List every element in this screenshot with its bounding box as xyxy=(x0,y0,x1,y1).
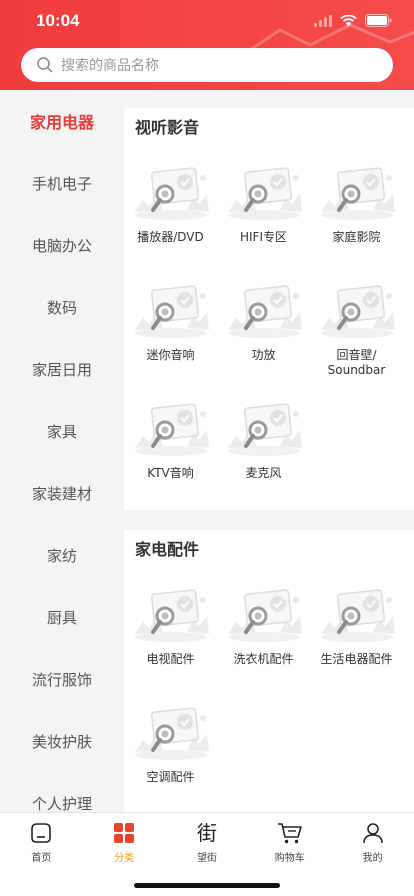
category-section: 家电配件 电视配件 洗衣机配件 生活电器配件 空调配件 xyxy=(124,530,414,812)
status-time: 10:04 xyxy=(36,11,80,30)
cart-icon xyxy=(277,821,303,845)
section-title: 视听影音 xyxy=(135,118,200,137)
tab-item[interactable]: 购物车 xyxy=(248,813,331,864)
sidebar-category-item[interactable]: 厨具 xyxy=(0,586,124,648)
tab-label: 分类 xyxy=(114,853,135,864)
tab-label: 购物车 xyxy=(274,853,305,864)
tab-item[interactable]: 首页 xyxy=(0,813,83,864)
tab-label: 望街 xyxy=(196,853,217,864)
search-bar[interactable]: 搜索的商品名称 xyxy=(21,48,393,82)
sidebar-category-item[interactable]: 个人护理 xyxy=(0,772,124,813)
placeholder-image-icon xyxy=(319,160,395,222)
placeholder-image-icon xyxy=(133,582,209,644)
subcategory-item[interactable]: 空调配件 xyxy=(124,688,217,806)
tab-item[interactable]: 分类 xyxy=(83,813,166,864)
subcategory-label: 家庭影院 xyxy=(332,230,381,244)
subcategory-label: 播放器/DVD xyxy=(137,230,204,244)
subcategory-item[interactable]: KTV音响 xyxy=(124,384,217,502)
subcategory-label: HIFI专区 xyxy=(239,230,287,244)
battery-icon xyxy=(365,14,392,27)
subcategory-label: 洗衣机配件 xyxy=(233,652,294,666)
home-indicator xyxy=(134,883,280,888)
sidebar-category-item[interactable]: 家具 xyxy=(0,400,124,462)
sidebar-category-item[interactable]: 美妆护肤 xyxy=(0,710,124,772)
sidebar-category-item[interactable]: 家纺 xyxy=(0,524,124,586)
sidebar-category-item[interactable]: 家装建材 xyxy=(0,462,124,524)
sidebar-category-item[interactable]: 家居日用 xyxy=(0,338,124,400)
subcategory-item[interactable]: 回音壁/ Soundbar xyxy=(310,266,403,384)
subcategory-item[interactable]: 洗衣机配件 xyxy=(217,570,310,688)
home-icon xyxy=(29,821,53,845)
placeholder-image-icon xyxy=(319,278,395,340)
tab-item[interactable]: 我的 xyxy=(331,813,414,864)
street-icon: 街 xyxy=(196,821,217,845)
top-header: 10:04 搜索的商品名称 xyxy=(0,0,414,90)
subcategory-item[interactable]: 家庭影院 xyxy=(310,148,403,266)
tab-label: 首页 xyxy=(31,853,52,864)
placeholder-image-icon xyxy=(133,396,209,458)
subcategory-label: 功放 xyxy=(251,348,276,362)
subcategory-label: 迷你音响 xyxy=(146,348,195,362)
subcategory-item[interactable]: HIFI专区 xyxy=(217,148,310,266)
sidebar-category-item[interactable]: 手机电子 xyxy=(0,152,124,214)
subcategory-item[interactable]: 播放器/DVD xyxy=(124,148,217,266)
sidebar-category-item[interactable]: 家用电器 xyxy=(0,90,124,152)
category-sidebar: 家用电器 手机电子 电脑办公 数码 家居日用 家具 家装建材 家纺 厨具 流行服饰 美妆护肤 个人护理 xyxy=(0,90,124,812)
sidebar-category-item[interactable]: 电脑办公 xyxy=(0,214,124,276)
bottom-tab-bar: 首页 分类街望街 购物车 我的 xyxy=(0,812,414,896)
placeholder-image-icon xyxy=(133,278,209,340)
placeholder-image-icon xyxy=(133,700,209,762)
search-icon xyxy=(37,57,53,73)
search-placeholder: 搜索的商品名称 xyxy=(61,58,159,74)
subcategory-item[interactable]: 迷你音响 xyxy=(124,266,217,384)
placeholder-image-icon xyxy=(226,396,302,458)
profile-icon xyxy=(361,821,385,845)
category-grid-icon xyxy=(112,821,136,845)
tab-item[interactable]: 街望街 xyxy=(166,813,249,864)
placeholder-image-icon xyxy=(226,582,302,644)
subcategory-item[interactable]: 麦克风 xyxy=(217,384,310,502)
subcategory-label: 麦克风 xyxy=(245,466,282,480)
placeholder-image-icon xyxy=(226,278,302,340)
subcategory-label: 空调配件 xyxy=(146,770,195,784)
placeholder-image-icon xyxy=(133,160,209,222)
subcategory-label: KTV音响 xyxy=(147,466,194,480)
subcategory-item[interactable]: 功放 xyxy=(217,266,310,384)
tab-label: 我的 xyxy=(362,853,383,864)
placeholder-image-icon xyxy=(226,160,302,222)
subcategory-label: 回音壁/ Soundbar xyxy=(327,348,386,377)
signal-icon xyxy=(314,14,332,27)
placeholder-image-icon xyxy=(319,582,395,644)
category-content: 视听影音 播放器/DVD HIFI专区 家庭影院 迷你音响 功放 回音壁/ So… xyxy=(124,90,414,812)
sidebar-category-item[interactable]: 流行服饰 xyxy=(0,648,124,710)
subcategory-label: 生活电器配件 xyxy=(320,652,393,666)
subcategory-item[interactable]: 电视配件 xyxy=(124,570,217,688)
status-bar: 10:04 xyxy=(0,0,414,44)
sidebar-category-item[interactable]: 数码 xyxy=(0,276,124,338)
subcategory-item[interactable]: 生活电器配件 xyxy=(310,570,403,688)
wifi-icon xyxy=(340,14,357,26)
category-section: 视听影音 播放器/DVD HIFI专区 家庭影院 迷你音响 功放 回音壁/ So… xyxy=(124,108,414,510)
section-title: 家电配件 xyxy=(135,540,200,559)
subcategory-label: 电视配件 xyxy=(146,652,195,666)
